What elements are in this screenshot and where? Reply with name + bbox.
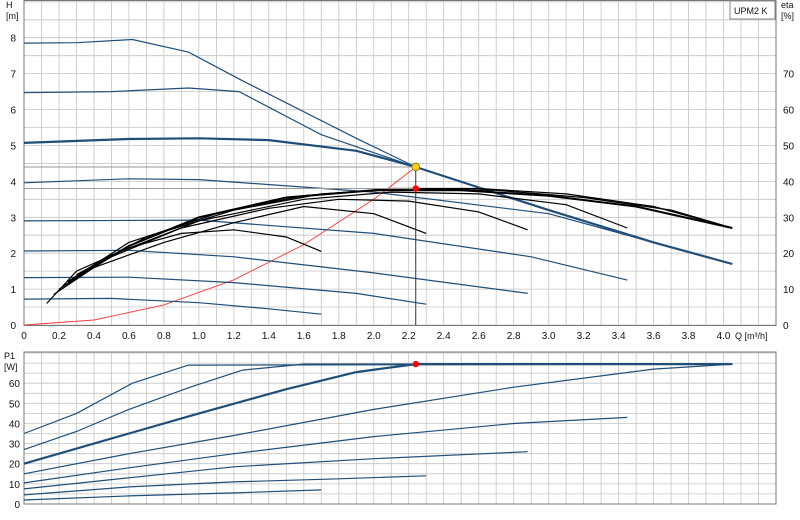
power-curve: [23, 451, 528, 490]
x-tick-label: 2.2: [402, 331, 416, 342]
pump-performance-chart: 0 1 2 3 4 5 6 7 8 0 10 20 30 40 50 60 70 0 0.2 0.4 0.6 0.8 1.0…: [4, 0, 795, 511]
efficiency-curve: [72, 187, 733, 279]
x-tick-label: 3.0: [542, 331, 556, 342]
efficiency-curve: [46, 229, 322, 304]
x-tick-label: 1.0: [192, 331, 206, 342]
power-curve: [23, 475, 427, 496]
axis-label-line: [W]: [4, 362, 18, 372]
x-tick-label: 3.8: [682, 331, 696, 342]
y-tick-label: 60: [9, 379, 21, 390]
x-tick-label: 0.4: [87, 331, 101, 342]
y2-tick-label: 10: [783, 285, 795, 296]
power-curve: [23, 363, 733, 435]
x-tick-label: 2.8: [507, 331, 521, 342]
x-tick-label: 2.6: [472, 331, 486, 342]
axis-label-line: H: [6, 0, 13, 10]
y2-tick-label: 40: [783, 177, 795, 188]
y-tick-label: 20: [9, 460, 21, 471]
x-tick-label: 0: [21, 331, 27, 342]
title-box: UPM2 K: [729, 0, 776, 20]
y-tick-label: 8: [10, 34, 16, 45]
head-axis-label: H [m]: [6, 0, 19, 21]
efficiency-curve: [58, 198, 528, 290]
x-tick-label: 4.0: [717, 331, 731, 342]
y2-tick-label: 20: [783, 249, 795, 260]
flow-axis-label: Q [m³/h]: [735, 331, 768, 341]
power-curve: [23, 363, 733, 465]
bottom-series: [23, 360, 733, 501]
y-tick-label: 10: [9, 480, 21, 491]
x-tick-label: 1.4: [262, 331, 276, 342]
bottom-plot-frame: [23, 351, 777, 505]
y2-tick-label: 0: [783, 321, 789, 332]
y-tick-label: 2: [10, 249, 16, 260]
axis-label-line: [m]: [6, 11, 19, 21]
head-curve: [23, 178, 733, 265]
y-tick-label: 5: [10, 141, 16, 152]
power-duty-point: [412, 360, 419, 368]
y2-tick-label: 70: [783, 70, 795, 81]
axis-label-line: [%]: [781, 11, 794, 21]
efficiency-axis-label: eta [%]: [781, 0, 794, 21]
x-tick-label: 1.8: [332, 331, 346, 342]
x-tick-label: 1.2: [227, 331, 241, 342]
head-curve: [23, 38, 416, 168]
y-tick-label: 6: [10, 106, 16, 117]
x-tick-label: 2.0: [367, 331, 381, 342]
y-tick-label: 0: [10, 321, 16, 332]
y2-tick-label: 50: [783, 141, 795, 152]
y2-tick-label: 60: [783, 106, 795, 117]
y-tick-label: 40: [9, 419, 21, 430]
y-tick-label: 7: [10, 70, 16, 81]
duty-point: [411, 162, 420, 172]
top-series: [23, 38, 733, 326]
x-tick-label: 3.4: [612, 331, 626, 342]
x-tick-label: 1.6: [297, 331, 311, 342]
head-curve: [23, 276, 427, 305]
y-tick-label: 30: [9, 440, 21, 451]
y-tick-label: 3: [10, 213, 16, 224]
x-tick-label: 2.4: [437, 331, 451, 342]
x-tick-label: 0.2: [52, 331, 66, 342]
head-curve: [23, 249, 528, 294]
x-tick-label: 3.6: [647, 331, 661, 342]
power-curve: [23, 416, 628, 484]
top-tick-labels: 0 1 2 3 4 5 6 7 8 0 10 20 30 40 50 60 70 0 0.2 0.4 0.6 0.8 1.0…: [10, 34, 794, 342]
head-curve: [23, 297, 322, 315]
power-curve: [23, 363, 733, 475]
axis-label-line: eta: [781, 0, 794, 10]
y-tick-label: 0: [14, 500, 20, 511]
axis-label-line: P1: [4, 351, 15, 361]
x-tick-label: 0.6: [122, 331, 136, 342]
y-tick-label: 1: [10, 285, 16, 296]
bottom-grid: [23, 352, 777, 505]
x-tick-label: 0.8: [157, 331, 171, 342]
y2-tick-label: 30: [783, 213, 795, 224]
y-tick-label: 50: [9, 399, 21, 410]
power-axis-label: P1 [W]: [4, 351, 18, 372]
y-tick-label: 4: [10, 177, 16, 188]
efficiency-point: [412, 185, 419, 192]
x-tick-label: 3.2: [577, 331, 591, 342]
chart-title: UPM2 K: [734, 6, 768, 16]
bottom-tick-labels: 0 10 20 30 40 50 60: [9, 379, 21, 511]
